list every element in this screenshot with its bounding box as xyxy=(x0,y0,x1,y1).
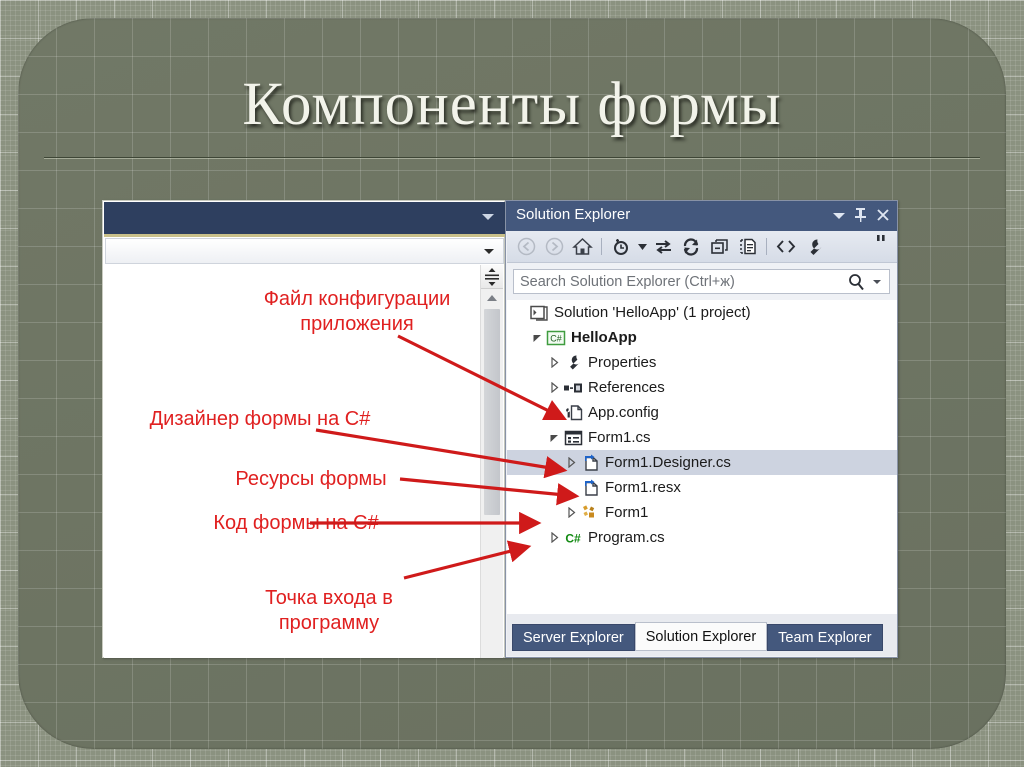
expander-expanded-icon[interactable] xyxy=(547,432,562,443)
search-placeholder: Search Solution Explorer (Ctrl+ж) xyxy=(520,274,735,290)
expander-collapsed-icon[interactable] xyxy=(564,507,579,518)
chevron-down-icon[interactable] xyxy=(833,213,845,219)
svg-text:C#: C# xyxy=(550,333,562,343)
chevron-down-icon[interactable] xyxy=(482,214,494,220)
resx-file-icon xyxy=(579,479,601,496)
tree-item-app-config[interactable]: App.config xyxy=(507,400,897,425)
search-input[interactable]: Search Solution Explorer (Ctrl+ж) xyxy=(513,269,890,294)
pin-icon[interactable] xyxy=(854,207,867,225)
chevron-down-icon[interactable] xyxy=(636,234,648,260)
tree-item-label: Form1.resx xyxy=(605,479,681,496)
properties-icon[interactable] xyxy=(801,234,827,260)
search-options-chevron-icon[interactable] xyxy=(873,280,881,284)
tree-item-form1[interactable]: Form1 xyxy=(507,500,897,525)
tab-solution-explorer[interactable]: Solution Explorer xyxy=(634,622,768,651)
wrench-icon xyxy=(562,354,584,371)
titlebar-buttons xyxy=(833,201,890,231)
pending-changes-icon[interactable] xyxy=(608,234,634,260)
tree-item-label: Form1 xyxy=(605,504,649,521)
annotation-form-designer: Дизайнер формы на C# xyxy=(149,408,371,430)
explorer-tabs: Server Explorer Solution Explorer Team Exp… xyxy=(512,622,883,651)
tree-item-references[interactable]: References xyxy=(507,375,897,400)
tree-item-label: Program.cs xyxy=(588,529,665,546)
csharp-file-icon: C# xyxy=(562,530,584,546)
tree-item-label: Solution 'HelloApp' (1 project) xyxy=(554,304,751,321)
tree-item-label: Form1.cs xyxy=(588,429,651,446)
tree-item-program-cs[interactable]: C# Program.cs xyxy=(507,525,897,550)
title-divider xyxy=(44,157,980,158)
annotation-app-config: Файл конфигурации приложения xyxy=(263,288,451,335)
component-icon xyxy=(579,504,601,521)
page-title: Компоненты формы xyxy=(242,71,782,138)
search-icon[interactable] xyxy=(848,273,865,296)
tree-item-form1-resx[interactable]: Form1.resx xyxy=(507,475,897,500)
designer-file-icon xyxy=(579,454,601,471)
tree-item-label: HelloApp xyxy=(571,329,637,346)
editor-titlebar xyxy=(104,202,505,234)
expander-collapsed-icon[interactable] xyxy=(547,357,562,368)
split-view-icon[interactable] xyxy=(481,265,503,289)
tree-item-form1-designer-cs[interactable]: Form1.Designer.cs xyxy=(507,450,897,475)
references-icon xyxy=(562,381,584,395)
expander-collapsed-icon[interactable] xyxy=(547,382,562,393)
tree-item-helloapp[interactable]: C# HelloApp xyxy=(507,325,897,350)
tree-item-label: App.config xyxy=(588,404,659,421)
sync-icon[interactable] xyxy=(650,234,676,260)
solution-icon xyxy=(528,305,550,321)
toolbar-separator xyxy=(601,238,602,255)
collapse-all-icon[interactable] xyxy=(706,234,732,260)
tree-item-label: Properties xyxy=(588,354,657,371)
tab-team-explorer[interactable]: Team Explorer xyxy=(767,624,883,651)
editor-member-dropdown[interactable] xyxy=(105,238,504,264)
tree-item-properties[interactable]: Properties xyxy=(507,350,897,375)
editor-accent-line xyxy=(104,234,505,237)
toolbar-separator xyxy=(766,238,767,255)
svg-text:C#: C# xyxy=(565,531,581,545)
expander-collapsed-icon[interactable] xyxy=(547,532,562,543)
solution-explorer-footer: Server Explorer Solution Explorer Team Exp… xyxy=(507,614,897,656)
solution-explorer-titlebar: Solution Explorer xyxy=(506,201,897,231)
refresh-icon[interactable] xyxy=(678,234,704,260)
back-icon[interactable] xyxy=(513,234,539,260)
solution-explorer-pane: Solution Explorer Search Solution Explor… xyxy=(505,200,898,658)
csharp-project-icon: C# xyxy=(545,330,567,346)
chevron-down-icon[interactable] xyxy=(484,249,494,254)
form-icon xyxy=(562,430,584,446)
tree-item-label: Form1.Designer.cs xyxy=(605,454,731,471)
expander-collapsed-icon[interactable] xyxy=(564,457,579,468)
solution-explorer-toolbar xyxy=(507,231,897,263)
annotation-form-resources: Ресурсы формы xyxy=(235,468,387,490)
overflow-icon[interactable] xyxy=(869,234,895,260)
solution-tree[interactable]: Solution 'HelloApp' (1 project) C# HelloAp… xyxy=(507,300,897,616)
show-all-files-icon[interactable] xyxy=(734,234,760,260)
scrollbar-thumb[interactable] xyxy=(484,309,500,515)
config-file-icon xyxy=(562,404,584,421)
tab-server-explorer[interactable]: Server Explorer xyxy=(512,624,635,651)
annotation-entry-point: Точка входа в программу xyxy=(265,587,393,634)
forward-icon[interactable] xyxy=(541,234,567,260)
view-code-icon[interactable] xyxy=(773,234,799,260)
slide: Компоненты формы Solution Explorer Searc… xyxy=(0,0,1024,767)
annotation-form-code: Код формы на C# xyxy=(213,512,379,534)
solution-explorer-title: Solution Explorer xyxy=(516,206,631,223)
tree-item-label: References xyxy=(588,379,665,396)
tree-item-solution-helloapp-1-project[interactable]: Solution 'HelloApp' (1 project) xyxy=(507,300,897,325)
expander-expanded-icon[interactable] xyxy=(530,332,545,343)
home-icon[interactable] xyxy=(569,234,595,260)
tree-item-form1-cs[interactable]: Form1.cs xyxy=(507,425,897,450)
close-icon[interactable] xyxy=(876,208,890,225)
